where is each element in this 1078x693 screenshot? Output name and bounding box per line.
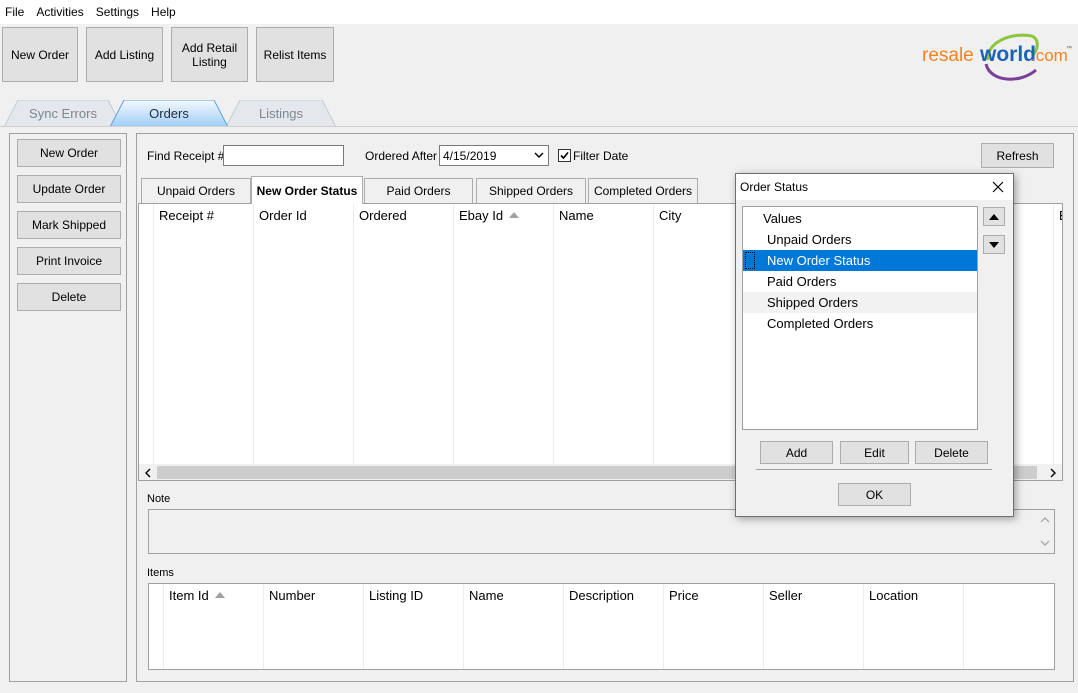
column-description[interactable]: Description	[563, 584, 663, 606]
column-number[interactable]: Number	[263, 584, 363, 606]
dialog-title: Order Status	[740, 180, 809, 194]
new-order-button[interactable]: New Order	[17, 139, 121, 167]
scroll-up-icon[interactable]	[1040, 516, 1050, 524]
column-truncated[interactable]: E	[1053, 204, 1062, 226]
tab-orders[interactable]: Orders	[110, 100, 228, 127]
list-header-values: Values	[763, 211, 802, 226]
mark-shipped-button[interactable]: Mark Shipped	[17, 211, 121, 239]
scroll-down-icon[interactable]	[1040, 539, 1050, 547]
move-up-button[interactable]	[983, 207, 1005, 226]
grid-divider	[353, 204, 354, 464]
left-action-panel: New Order Update Order Mark Shipped Prin…	[9, 133, 127, 682]
column-ebay-id-label: Ebay Id	[459, 207, 504, 223]
move-down-button[interactable]	[983, 235, 1005, 254]
dialog-separator	[756, 469, 992, 470]
menu-activities[interactable]: Activities	[30, 0, 89, 24]
refresh-button[interactable]: Refresh	[981, 143, 1054, 168]
ordered-after-date-picker[interactable]: 4/15/2019	[439, 145, 549, 166]
list-item[interactable]: Shipped Orders	[743, 292, 977, 313]
column-receipt[interactable]: Receipt #	[153, 204, 253, 226]
add-listing-button[interactable]: Add Listing	[86, 27, 163, 82]
column-item-id[interactable]: Item Id	[163, 584, 263, 606]
column-order-id[interactable]: Order Id	[253, 204, 353, 226]
column-location[interactable]: Location	[863, 584, 963, 606]
column-ebay-id[interactable]: Ebay Id	[453, 204, 553, 226]
triangle-down-icon	[989, 241, 999, 248]
column-item-name[interactable]: Name	[463, 584, 563, 606]
tab-completed-orders[interactable]: Completed Orders	[588, 178, 698, 203]
resaleworld-logo: resale world .com ™	[920, 30, 1072, 82]
sort-ascending-icon	[509, 212, 520, 218]
column-seller[interactable]: Seller	[763, 584, 863, 606]
dialog-title-bar: Order Status	[736, 174, 1013, 200]
chevron-down-icon	[534, 152, 544, 158]
tab-shipped-orders[interactable]: Shipped Orders	[476, 178, 586, 203]
status-values-list[interactable]: Values Unpaid Orders New Order Status Pa…	[742, 206, 978, 430]
list-item[interactable]: Unpaid Orders	[743, 229, 977, 250]
column-listing-id[interactable]: Listing ID	[363, 584, 463, 606]
tab-divider	[0, 126, 1078, 127]
items-grid[interactable]: Item Id Number Listing ID Name Descripti…	[148, 583, 1055, 670]
tab-unpaid-orders[interactable]: Unpaid Orders	[141, 178, 251, 203]
note-label: Note	[147, 493, 171, 505]
ordered-after-label: Ordered After	[365, 149, 438, 163]
grid-divider	[653, 204, 654, 464]
tab-listings[interactable]: Listings	[226, 100, 336, 127]
tab-sync-errors[interactable]: Sync Errors	[4, 100, 122, 127]
checkmark-icon	[560, 151, 569, 160]
grid-divider	[453, 204, 454, 464]
scroll-left-icon[interactable]	[143, 468, 153, 478]
tab-sync-errors-label: Sync Errors	[29, 106, 97, 121]
relist-items-button[interactable]: Relist Items	[256, 27, 334, 82]
column-name[interactable]: Name	[553, 204, 653, 226]
column-price[interactable]: Price	[663, 584, 763, 606]
column-item-id-label: Item Id	[169, 587, 209, 603]
grid-divider	[153, 204, 154, 464]
edit-button[interactable]: Edit	[840, 441, 909, 464]
items-label: Items	[147, 567, 174, 579]
menu-bar: File Activities Settings Help	[0, 0, 1078, 24]
new-order-toolbar-button[interactable]: New Order	[2, 27, 78, 82]
filter-date-checkbox[interactable]	[558, 149, 571, 162]
column-ordered[interactable]: Ordered	[353, 204, 453, 226]
close-icon[interactable]	[991, 180, 1005, 194]
logo-trademark: ™	[1066, 45, 1072, 52]
grid-divider	[553, 204, 554, 464]
ordered-after-value: 4/15/2019	[443, 148, 497, 163]
grid-divider	[1053, 204, 1054, 464]
tab-orders-label: Orders	[149, 106, 189, 121]
list-item-selected[interactable]: New Order Status	[743, 250, 977, 271]
grid-divider	[253, 204, 254, 464]
row-focus-marker	[745, 252, 755, 269]
print-invoice-button[interactable]: Print Invoice	[17, 247, 121, 275]
list-item[interactable]: Completed Orders	[743, 313, 977, 334]
add-retail-listing-button[interactable]: Add Retail Listing	[171, 27, 248, 82]
menu-help[interactable]: Help	[145, 0, 182, 24]
find-receipt-input[interactable]	[223, 145, 344, 166]
menu-settings[interactable]: Settings	[90, 0, 145, 24]
logo-graphic: resale world .com ™	[922, 33, 1072, 81]
tab-new-order-status[interactable]: New Order Status	[251, 176, 363, 204]
logo-text-com: .com	[1031, 46, 1068, 65]
delete-value-button[interactable]: Delete	[915, 441, 988, 464]
tab-listings-label: Listings	[258, 106, 304, 121]
logo-text-resale: resale	[922, 45, 974, 66]
find-receipt-label: Find Receipt #	[147, 149, 225, 163]
delete-button[interactable]: Delete	[17, 283, 121, 311]
tab-paid-orders[interactable]: Paid Orders	[364, 178, 473, 203]
list-item[interactable]: Paid Orders	[743, 271, 977, 292]
triangle-up-icon	[989, 213, 999, 220]
list-item-label: New Order Status	[767, 253, 871, 268]
menu-file[interactable]: File	[0, 0, 30, 24]
grid-divider	[963, 584, 964, 669]
update-order-button[interactable]: Update Order	[17, 175, 121, 203]
scroll-right-icon[interactable]	[1048, 468, 1058, 478]
filter-date-label: Filter Date	[573, 149, 629, 163]
ok-button[interactable]: OK	[838, 483, 911, 506]
add-button[interactable]: Add	[760, 441, 833, 464]
sort-ascending-icon	[214, 592, 225, 598]
logo-text-world: world	[979, 43, 1036, 66]
main-tabs: Sync Errors Listings Orders	[0, 100, 1078, 127]
order-status-dialog: Order Status Values Unpaid Orders New Or…	[735, 173, 1014, 517]
